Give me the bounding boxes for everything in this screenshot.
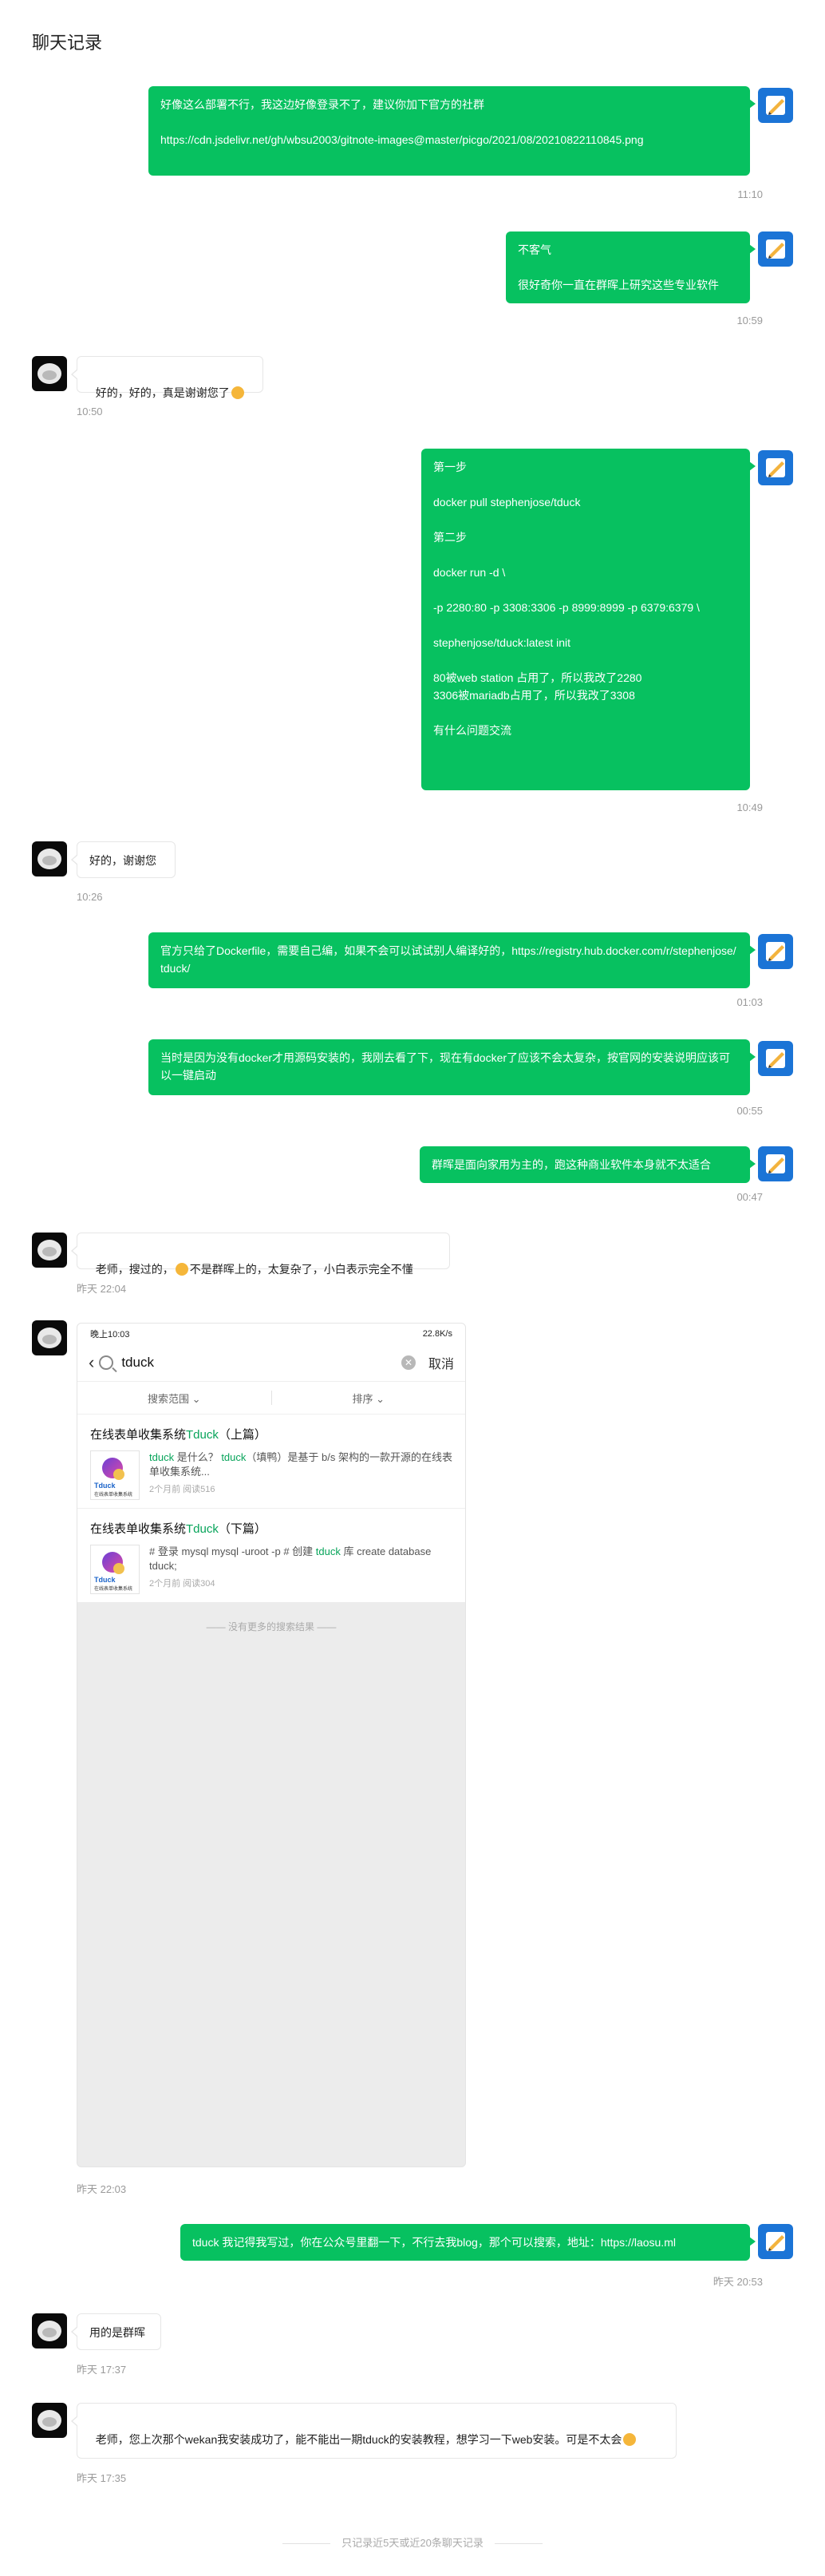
filter-sort: 排序 ⌄ (352, 1392, 385, 1405)
back-icon: ‹ (89, 1352, 95, 1372)
message-time: 10:49 (736, 801, 763, 813)
message-time: 11:10 (737, 188, 763, 200)
message-time: 01:03 (736, 996, 763, 1008)
status-network: 22.8K/s (422, 1329, 452, 1339)
avatar[interactable] (758, 450, 793, 485)
search-bar: ‹ tduck ✕ 取消 (77, 1344, 465, 1382)
clear-icon: ✕ (401, 1355, 416, 1370)
message-bubble[interactable]: 老师，搜过的， 不是群晖上的，太复杂了，小白表示完全不懂 (71, 1233, 450, 1276)
filter-bar: 搜索范围 ⌄ 排序 ⌄ (77, 1382, 465, 1415)
divider (282, 2543, 331, 2545)
emoji-icon (231, 386, 244, 399)
status-time: 晚上10:03 (90, 1330, 130, 1339)
no-more-results: —— 没有更多的搜索结果 —— (206, 1621, 337, 1632)
result-thumbnail: Tduck 在线表单收集系统 (90, 1450, 140, 1500)
message-bubble[interactable]: tduck 我记得我写过，你在公众号里翻一下，不行去我blog，那个可以搜索，地… (180, 2224, 756, 2261)
avatar[interactable] (758, 2224, 793, 2259)
result-snippet: tduck 是什么？ tduck（填鸭）是基于 b/s 架构的一款开源的在线表单… (149, 1451, 452, 1478)
message-time: 10:50 (77, 406, 103, 417)
avatar[interactable] (758, 934, 793, 969)
message-bubble[interactable]: 好的，谢谢您 (71, 841, 176, 878)
emoji-icon (175, 1263, 188, 1276)
message-time: 00:55 (736, 1105, 763, 1117)
search-query: tduck (121, 1355, 154, 1370)
result-title: 在线表单收集系统Tduck（下篇） (90, 1522, 266, 1536)
filter-scope: 搜索范围 ⌄ (147, 1392, 201, 1405)
message-time: 00:47 (736, 1191, 763, 1203)
message-bubble[interactable]: 好像这么部署不行，我这边好像登录不了，建议你加下官方的社群 https://cd… (148, 86, 756, 176)
divider (494, 2543, 543, 2545)
message-bubble[interactable]: 群晖是面向家用为主的，跑这种商业软件本身就不太适合 (420, 1146, 756, 1183)
message-time: 10:59 (736, 315, 763, 326)
message-bubble[interactable]: 官方只给了Dockerfile，需要自己编，如果不会可以试试别人编译好的，htt… (148, 932, 756, 988)
page-title: 聊天记录 (32, 33, 103, 53)
message-text: 不是群晖上的，太复杂了，小白表示完全不懂 (189, 1263, 413, 1276)
message-time: 10:26 (77, 891, 103, 903)
avatar[interactable] (32, 356, 67, 391)
avatar[interactable] (758, 1146, 793, 1181)
message-text: 好的，好的，真是谢谢您了 (95, 386, 230, 399)
message-time: 昨天 22:04 (77, 1283, 127, 1295)
image-message[interactable]: 晚上10:03 22.8K/s ‹ tduck ✕ 取消 搜索范围 ⌄ 排序 ⌄… (77, 1323, 466, 2167)
message-time: 昨天 22:03 (77, 2183, 127, 2195)
message-text: 老师，您上次那个wekan我安装成功了，能不能出一期tduck的安装教程，想学习… (95, 2433, 622, 2446)
search-icon (99, 1355, 114, 1370)
avatar[interactable] (32, 841, 67, 876)
message-bubble[interactable]: 老师，您上次那个wekan我安装成功了，能不能出一期tduck的安装教程，想学习… (71, 2403, 677, 2459)
search-result: 在线表单收集系统Tduck（上篇） Tduck 在线表单收集系统 tduck 是什… (77, 1415, 465, 1508)
result-title: 在线表单收集系统Tduck（上篇） (90, 1428, 266, 1442)
message-bubble[interactable]: 用的是群晖 (71, 2313, 161, 2350)
avatar[interactable] (758, 1041, 793, 1076)
avatar[interactable] (758, 231, 793, 267)
message-time: 昨天 20:53 (712, 2276, 763, 2288)
result-meta: 2个月前 阅读304 (149, 1579, 215, 1589)
message-bubble[interactable]: 不客气 很好奇你一直在群晖上研究这些专业软件 (506, 231, 756, 303)
emoji-icon (623, 2433, 637, 2446)
avatar[interactable] (758, 88, 793, 123)
result-snippet: # 登录 mysql mysql -uroot -p # 创建 tduck 库 … (149, 1545, 432, 1572)
cancel-label: 取消 (428, 1358, 454, 1371)
message-bubble[interactable]: 当时是因为没有docker才用源码安装的，我刚去看了下，现在有docker了应该… (148, 1039, 756, 1095)
search-result: 在线表单收集系统Tduck（下篇） Tduck 在线表单收集系统 # 登录 mys… (77, 1508, 465, 1602)
message-bubble[interactable]: 第一步 docker pull stephenjose/tduck 第二步 do… (421, 449, 756, 790)
result-thumbnail: Tduck 在线表单收集系统 (90, 1545, 140, 1594)
phone-status-bar: 晚上10:03 22.8K/s (77, 1324, 465, 1344)
avatar[interactable] (32, 2313, 67, 2348)
message-text: 老师，搜过的， (95, 1263, 174, 1276)
avatar[interactable] (32, 1320, 67, 1355)
avatar[interactable] (32, 1233, 67, 1268)
message-time: 昨天 17:35 (77, 2472, 127, 2484)
message-bubble[interactable]: 好的，好的，真是谢谢您了 (71, 356, 263, 399)
message-time: 昨天 17:37 (77, 2364, 127, 2376)
history-note: 只记录近5天或近20条聊天记录 (0, 2534, 825, 2550)
result-meta: 2个月前 阅读516 (149, 1485, 215, 1494)
avatar[interactable] (32, 2403, 67, 2438)
